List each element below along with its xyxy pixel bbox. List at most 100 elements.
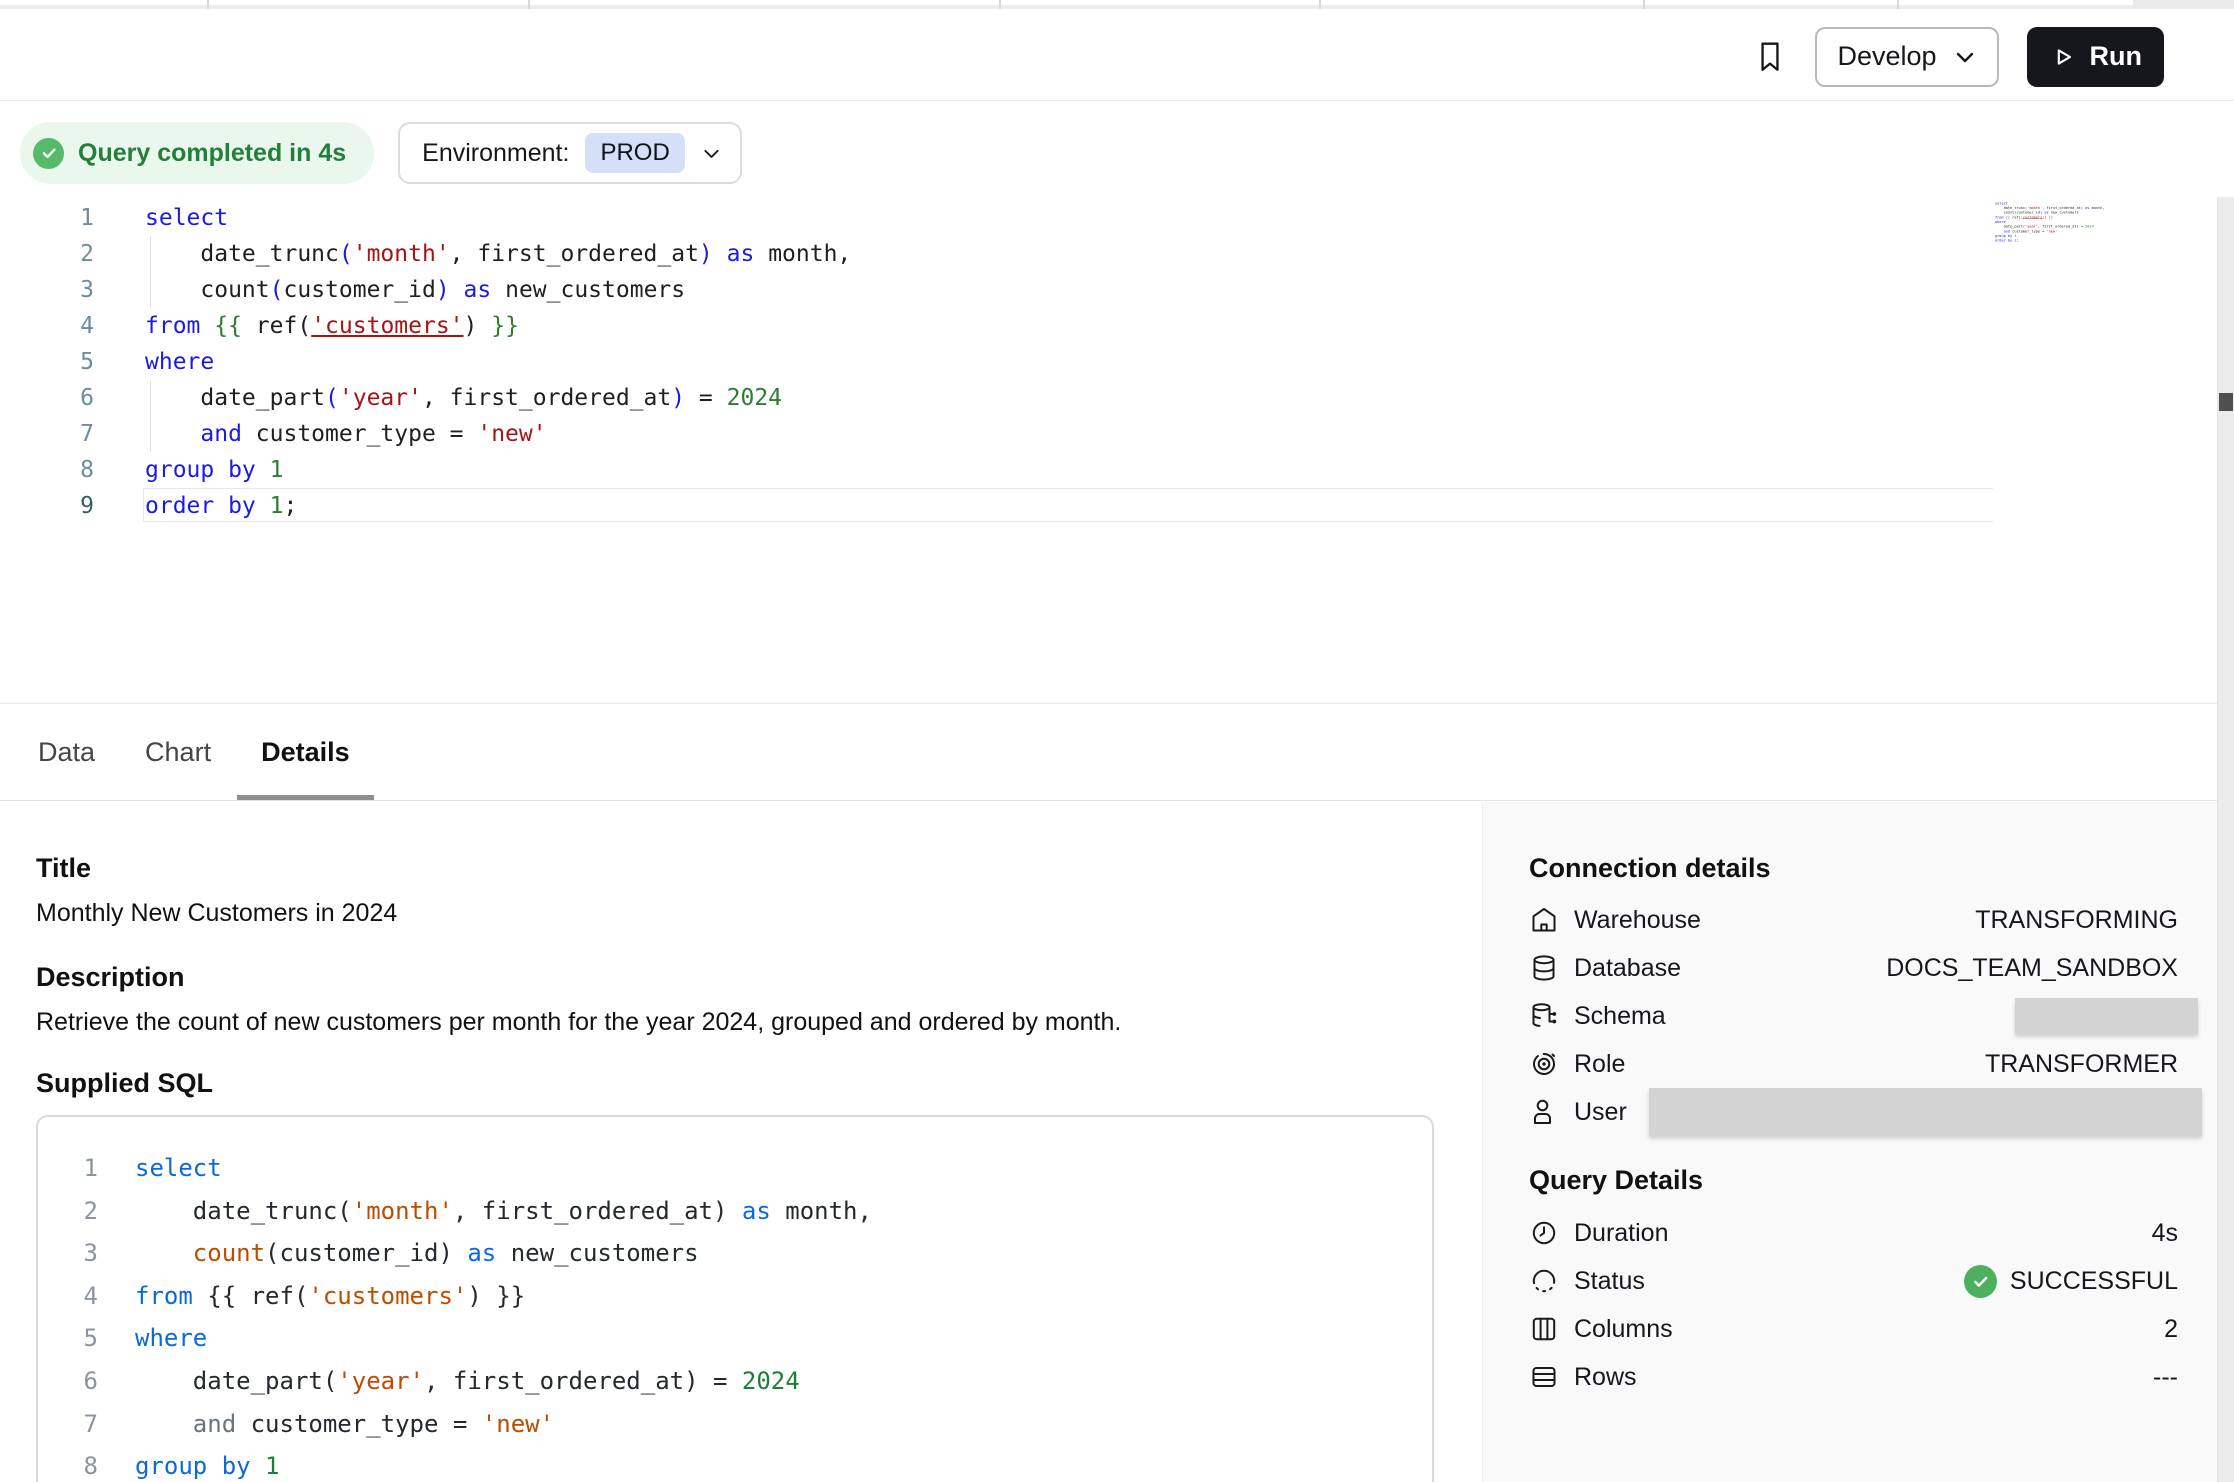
- code-token: ): [671, 385, 685, 411]
- code-token: order by: [1995, 239, 2012, 243]
- code-token: [145, 421, 200, 447]
- code-line[interactable]: order by 1;: [145, 488, 851, 524]
- code-line[interactable]: and customer_type = 'new': [145, 416, 851, 452]
- tab-divider: [1643, 0, 1645, 9]
- bookmark-icon[interactable]: [1753, 38, 1787, 76]
- code-token: ref(: [242, 313, 311, 339]
- environment-label: Environment:: [422, 139, 569, 168]
- code-line[interactable]: where: [145, 344, 851, 380]
- line-number: 7: [0, 416, 94, 452]
- code-token: {{: [207, 1282, 236, 1310]
- ide-page: Develop Run Query completed in 4s Enviro…: [0, 0, 2234, 1482]
- code-token: 1: [270, 457, 284, 483]
- connection-value: TRANSFORMER: [1985, 1050, 2178, 1079]
- code-token: date_trunc: [145, 241, 339, 267]
- code-token: where: [145, 349, 214, 375]
- warehouse-icon: [1529, 905, 1559, 935]
- query-detail-label: Duration: [1574, 1219, 1669, 1248]
- code-token: ): [699, 241, 713, 267]
- tab-divider: [528, 0, 530, 9]
- code-token: =: [685, 385, 727, 411]
- code-token: ref(: [236, 1282, 308, 1310]
- code-token: }}: [2049, 215, 2053, 219]
- environment-dropdown[interactable]: Environment: PROD: [398, 122, 742, 184]
- code-token: from: [145, 313, 200, 339]
- code-token: count: [200, 277, 269, 303]
- code-token: new_customers: [491, 277, 685, 303]
- code-token: month,: [754, 241, 851, 267]
- tab-strip-end: [2133, 0, 2234, 9]
- user-icon: [1529, 1097, 1559, 1127]
- code-token: order by: [145, 493, 256, 519]
- scrollbar-track[interactable]: [2217, 197, 2234, 1482]
- code-token: [713, 241, 727, 267]
- status-check-icon: [1964, 1265, 1997, 1298]
- run-button[interactable]: Run: [2027, 27, 2164, 87]
- chevron-down-icon: [701, 143, 722, 164]
- scrollbar-thumb[interactable]: [2219, 393, 2233, 411]
- code-token: , first_ordered_at: [450, 241, 699, 267]
- code-token: , first_ordered_at: [453, 1197, 713, 1225]
- tab-label: Details: [261, 737, 350, 768]
- code-token: 'new': [2047, 229, 2058, 233]
- line-number: 2: [0, 236, 94, 272]
- code-token: ): [713, 1197, 727, 1225]
- role-icon: [1529, 1049, 1559, 1079]
- code-token: customer_type =: [242, 421, 477, 447]
- develop-button[interactable]: Develop: [1815, 27, 1998, 87]
- code-line[interactable]: count(customer_id) as new_customers: [145, 272, 851, 308]
- status-icon: [1529, 1266, 1559, 1296]
- connection-label: Role: [1574, 1050, 1625, 1079]
- connection-row: User: [1529, 1088, 2178, 1136]
- query-details-heading: Query Details: [1529, 1163, 2178, 1197]
- tab-data[interactable]: Data: [36, 704, 97, 800]
- check-circle-icon: [33, 138, 64, 169]
- code-token: [727, 1197, 741, 1225]
- connection-label: Schema: [1574, 1002, 1666, 1031]
- tab-divider: [1319, 0, 1321, 9]
- code-token: and: [200, 421, 242, 447]
- tab-chart[interactable]: Chart: [143, 704, 213, 800]
- run-label: Run: [2090, 41, 2142, 72]
- code-token: new_customers: [496, 1239, 698, 1267]
- tab-details[interactable]: Details: [259, 704, 352, 800]
- code-token: [453, 1239, 467, 1267]
- code-token: month,: [2089, 206, 2104, 210]
- sql-editor[interactable]: 123456789 select date_trunc('month', fir…: [0, 186, 2217, 703]
- editor-code[interactable]: select date_trunc('month', first_ordered…: [145, 200, 851, 524]
- code-token: 'new': [482, 1410, 554, 1438]
- line-number: 6: [0, 380, 94, 416]
- query-status-text: Query completed in 4s: [78, 139, 346, 168]
- code-line[interactable]: group by 1: [145, 452, 851, 488]
- code-token: 2024: [727, 385, 782, 411]
- connection-value: DOCS_TEAM_SANDBOX: [1886, 954, 2178, 983]
- status-bar: Query completed in 4s Environment: PROD: [20, 122, 742, 184]
- code-token: customer_type =: [236, 1410, 482, 1438]
- line-number: 8: [58, 1445, 98, 1482]
- code-token: count: [193, 1239, 265, 1267]
- develop-label: Develop: [1837, 41, 1936, 72]
- chevron-down-icon: [1953, 45, 1977, 69]
- query-detail-value: SUCCESSFUL: [1964, 1265, 2178, 1298]
- code-token: =: [699, 1367, 742, 1395]
- description-value: Retrieve the count of new customers per …: [36, 1005, 1482, 1039]
- line-number: 1: [58, 1147, 98, 1190]
- code-line[interactable]: select: [145, 200, 851, 236]
- code-token: (: [325, 385, 339, 411]
- code-token: 2024: [742, 1367, 800, 1395]
- code-token: and: [193, 1410, 236, 1438]
- query-detail-value: ---: [2153, 1363, 2178, 1392]
- title-heading: Title: [36, 851, 1482, 885]
- code-token: date_part: [145, 385, 325, 411]
- query-detail-row: Columns2: [1529, 1305, 2178, 1353]
- code-line[interactable]: date_part('year', first_ordered_at) = 20…: [145, 380, 851, 416]
- code-line[interactable]: date_trunc('month', first_ordered_at) as…: [145, 236, 851, 272]
- code-token: [450, 277, 464, 303]
- code-token: [256, 493, 270, 519]
- editor-minimap[interactable]: select date_trunc('month', first_ordered…: [1995, 201, 2107, 243]
- code-token: group by: [135, 1452, 251, 1480]
- code-token: (: [270, 277, 284, 303]
- code-token: ): [467, 1282, 496, 1310]
- code-token: ): [436, 277, 450, 303]
- code-line[interactable]: from {{ ref('customers') }}: [145, 308, 851, 344]
